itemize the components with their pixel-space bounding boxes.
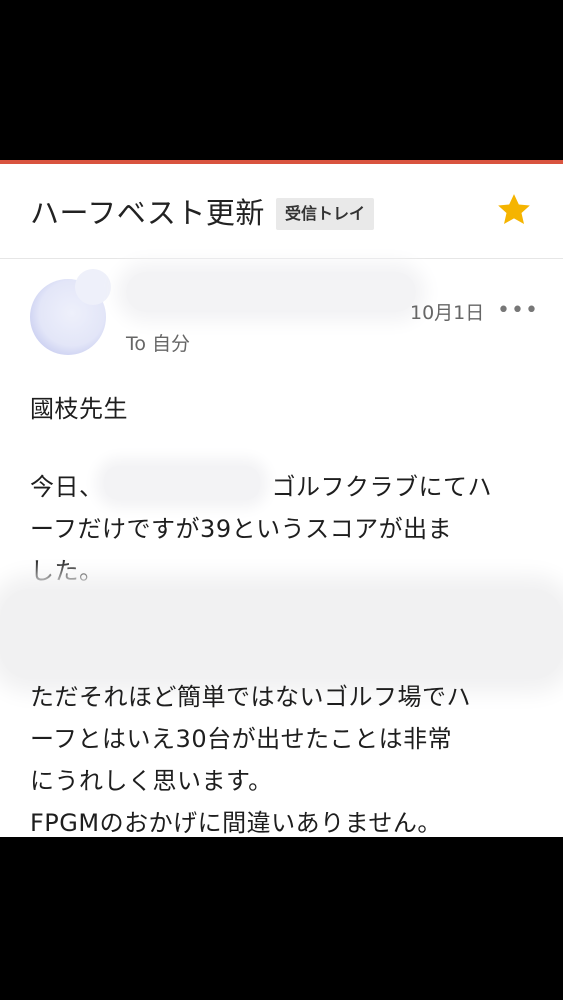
inbox-label-chip[interactable]: 受信トレイ [276, 198, 375, 230]
star-button[interactable] [494, 190, 534, 230]
paragraph1-line3: した。 [30, 557, 104, 585]
paragraph1-prefix: 今日、 [30, 473, 104, 501]
email-header: ハーフベスト更新 受信トレイ [0, 164, 563, 259]
paragraph-redaction [0, 589, 563, 679]
recipient-line[interactable]: To 自分 [126, 329, 190, 356]
sender-row: 10月1日 ••• To 自分 [0, 264, 563, 356]
top-black-bar [0, 0, 563, 160]
paragraph1-line2: ーフだけですが39というスコアが出ま [30, 515, 453, 543]
sender-name-redaction [126, 272, 416, 312]
header-divider [0, 258, 563, 259]
email-date: 10月1日 [410, 302, 485, 324]
paragraph2-line2: ーフとはいえ30台が出せたことは非常 [30, 725, 453, 753]
place-redaction [104, 466, 260, 500]
star-icon [498, 194, 530, 224]
paragraph2-line1: ただそれほど簡単ではないゴルフ場でハ [30, 683, 471, 711]
bottom-black-bar [0, 837, 563, 1000]
email-subject: ハーフベスト更新 [30, 196, 265, 230]
paragraph2-line3: にうれしく思います。 [30, 767, 273, 795]
email-greeting: 國枝先生 [30, 395, 128, 423]
email-view: ハーフベスト更新 受信トレイ 10月1日 ••• To 自分 國枝先生 今日、 ゴ… [0, 164, 563, 837]
avatar-redaction [75, 269, 111, 305]
more-options-button[interactable]: ••• [497, 298, 539, 323]
paragraph1-line1-rest: ゴルフクラブにてハ [271, 473, 492, 501]
paragraph2-line4: FPGMのおかげに間違いありません。 [30, 809, 442, 837]
